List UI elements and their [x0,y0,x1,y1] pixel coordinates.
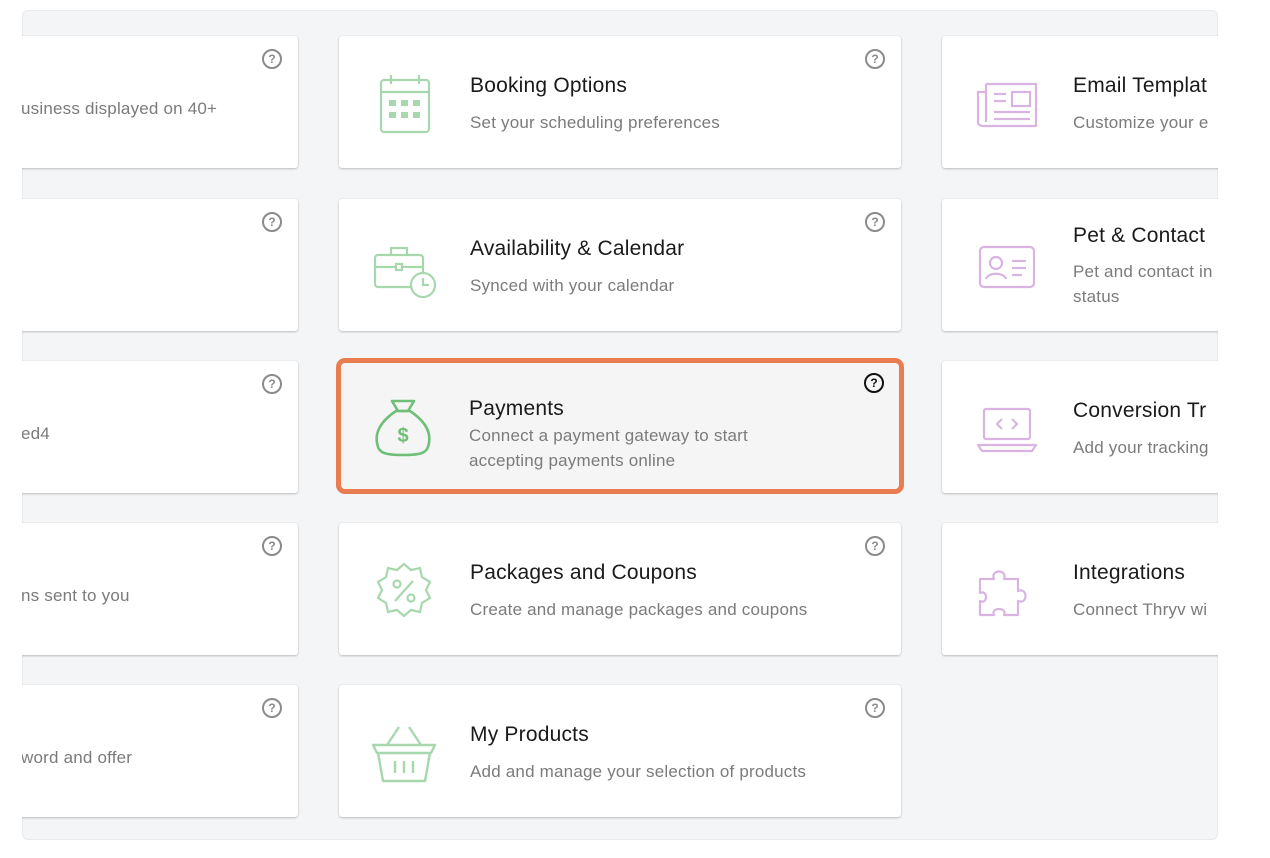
settings-card-left-5[interactable]: word and offer ? [22,685,298,817]
card-title: Pet & Contact [1073,224,1206,247]
card-title: Booking Options [470,74,628,97]
help-icon[interactable]: ? [262,212,282,232]
help-icon[interactable]: ? [865,212,885,232]
help-icon[interactable]: ? [262,374,282,394]
contact-card-icon [972,235,1042,299]
newspaper-icon [972,72,1042,136]
pet-contact-card[interactable]: Pet & Contact Pet and contact in status [942,199,1218,331]
help-icon[interactable]: ? [865,698,885,718]
card-description: Set your scheduling preferences [470,113,721,132]
integrations-card[interactable]: Integrations Connect Thryv wi [942,523,1218,655]
help-icon[interactable]: ? [262,49,282,69]
card-description: Connect Thryv wi [1073,600,1208,619]
availability-calendar-card[interactable]: Availability & Calendar Synced with your… [339,199,901,331]
card-title: Availability & Calendar [470,237,685,260]
card-title: Integrations [1073,561,1186,584]
puzzle-icon [972,559,1042,623]
payments-card[interactable]: $ Payments Connect a payment gateway to … [336,358,904,494]
calendar-icon [369,72,439,136]
packages-coupons-card[interactable]: Packages and Coupons Create and manage p… [339,523,901,655]
card-description: Pet and contact in status [1073,262,1213,306]
svg-text:$: $ [397,425,408,447]
settings-grid: usiness displayed on 40+ ? ? ed4 ? ns se… [22,10,1218,840]
card-title: Payments [469,397,564,420]
help-icon[interactable]: ? [865,536,885,556]
settings-card-left-3[interactable]: ed4 ? [22,361,298,493]
briefcase-clock-icon [369,235,439,299]
card-description: Add and manage your selection of product… [470,762,807,781]
card-description: ns sent to you [22,586,130,605]
money-bag-icon: $ [368,395,438,459]
help-icon[interactable]: ? [865,49,885,69]
card-description: word and offer [22,748,133,767]
settings-card-left-2[interactable]: ? [22,199,298,331]
conversion-tracking-card[interactable]: Conversion Tr Add your tracking [942,361,1218,493]
card-description: Connect a payment gateway to start accep… [469,426,748,470]
settings-card-left-1[interactable]: usiness displayed on 40+ ? [22,36,298,168]
card-title: Conversion Tr [1073,399,1207,422]
card-title: Packages and Coupons [470,561,697,584]
card-description: Synced with your calendar [470,276,675,295]
settings-card-left-4[interactable]: ns sent to you ? [22,523,298,655]
help-icon[interactable]: ? [262,536,282,556]
card-description: Add your tracking [1073,438,1209,457]
card-description: Create and manage packages and coupons [470,600,808,619]
card-description: usiness displayed on 40+ [22,99,218,118]
laptop-code-icon [972,397,1042,461]
help-icon[interactable]: ? [262,698,282,718]
percent-badge-icon [369,559,439,623]
card-description: ed4 [22,424,50,443]
card-title: Email Templat [1073,74,1208,97]
my-products-card[interactable]: My Products Add and manage your selectio… [339,685,901,817]
email-templates-card[interactable]: Email Templat Customize your e [942,36,1218,168]
booking-options-card[interactable]: Booking Options Set your scheduling pref… [339,36,901,168]
card-description: Customize your e [1073,113,1209,132]
basket-icon [369,721,439,785]
help-icon[interactable]: ? [864,373,884,393]
card-title: My Products [470,723,589,746]
